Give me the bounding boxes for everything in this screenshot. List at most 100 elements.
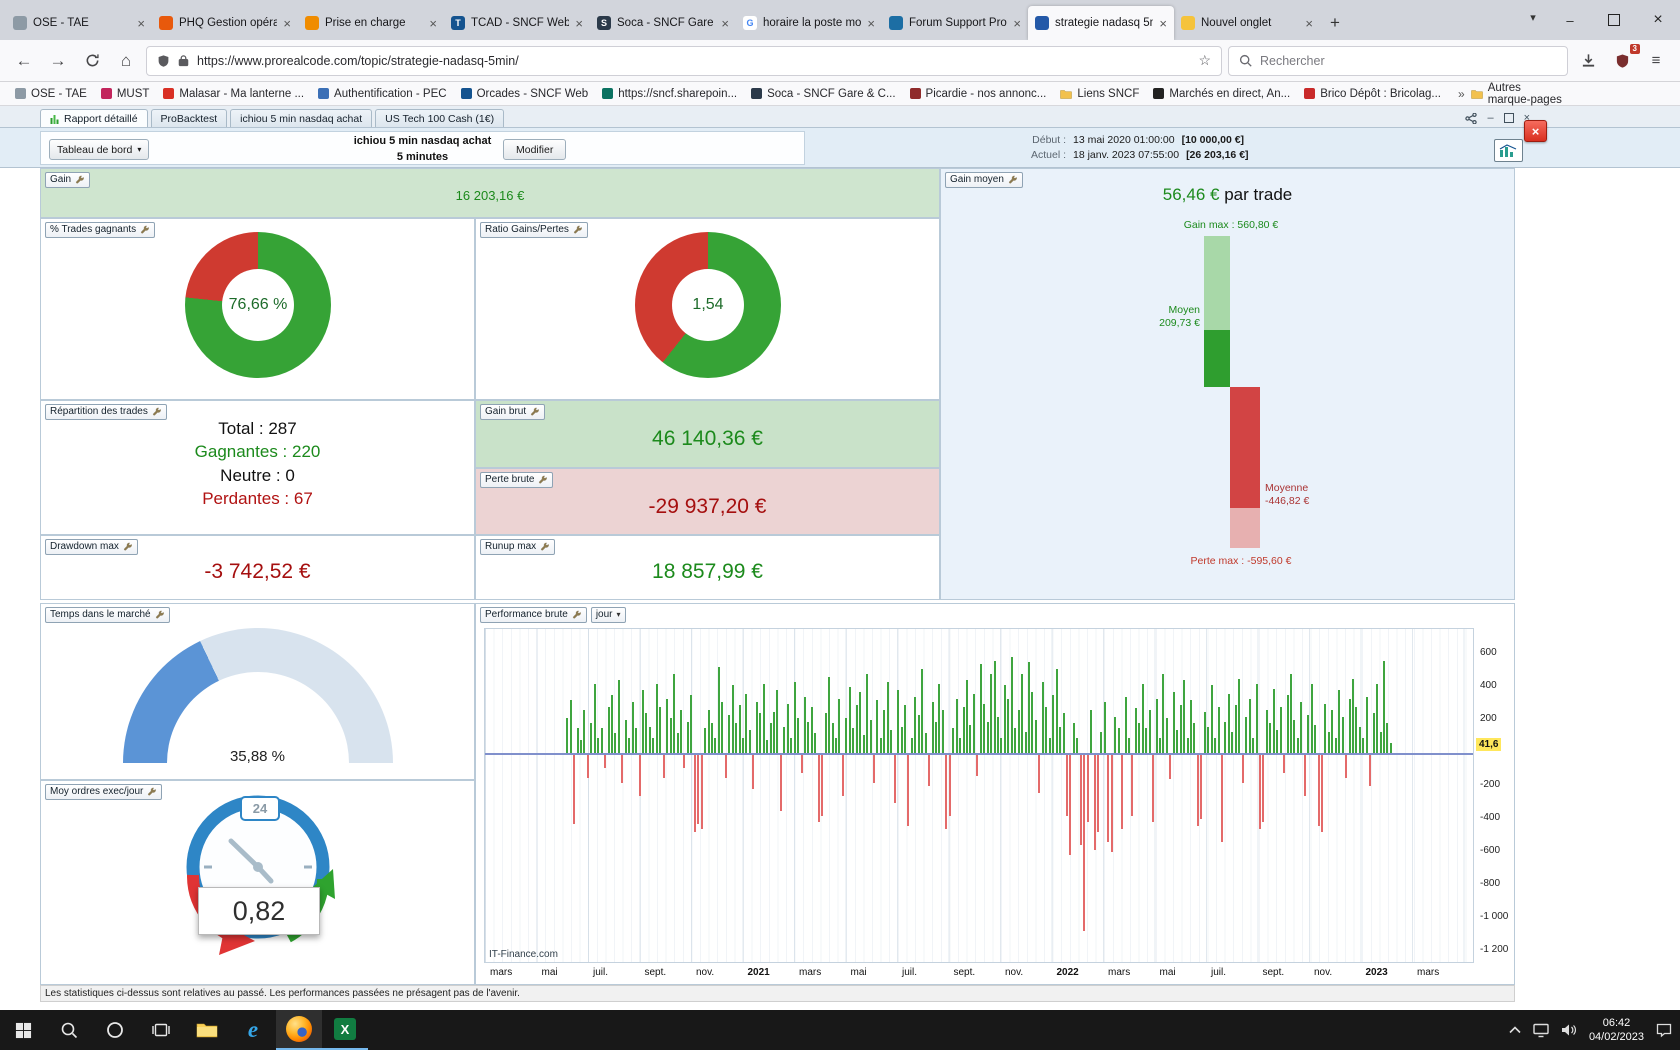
x-axis-label: sept. — [644, 967, 667, 978]
gain-brut-chip[interactable]: Gain brut — [480, 404, 546, 420]
adblock-shield-icon[interactable]: 3 — [1608, 43, 1640, 75]
taskbar-search-icon[interactable] — [46, 1010, 92, 1050]
dash-tab-instrument[interactable]: US Tech 100 Cash (1€) — [375, 109, 505, 127]
browser-tab[interactable]: Nouvel onglet × — [1174, 6, 1320, 40]
downloads-icon[interactable] — [1574, 47, 1602, 75]
bookmark-star-icon[interactable]: ☆ — [1198, 52, 1211, 69]
list-all-tabs-icon[interactable]: ▾ — [1518, 0, 1548, 34]
browser-tab[interactable]: Ghoraire la poste mo × — [736, 6, 882, 40]
ratio-chip[interactable]: Ratio Gains/Pertes — [480, 222, 588, 238]
url-text[interactable]: https://www.prorealcode.com/topic/strate… — [197, 54, 1190, 68]
minimize-button[interactable]: – — [1548, 0, 1592, 40]
tab-close-icon[interactable]: × — [1159, 16, 1167, 31]
modify-button[interactable]: Modifier — [503, 139, 567, 160]
folder-icon — [1060, 89, 1073, 99]
reload-icon[interactable] — [78, 47, 106, 75]
display-icon[interactable] — [1533, 1023, 1549, 1038]
browser-tab[interactable]: Forum Support Pro × — [882, 6, 1028, 40]
x-axis-label: mai — [850, 967, 867, 978]
browser-tab[interactable]: strategie nadasq 5m × — [1028, 6, 1174, 40]
browser-tab[interactable]: OSE - TAE × — [6, 6, 152, 40]
perf-period-select[interactable]: jour ▾ — [590, 607, 626, 623]
home-icon[interactable]: ⌂ — [112, 47, 140, 75]
bookmark-item[interactable]: Orcades - SNCF Web — [454, 86, 596, 102]
bookmark-item[interactable]: Liens SNCF — [1053, 86, 1146, 102]
action-center-icon[interactable] — [1656, 1023, 1672, 1038]
tab-close-icon[interactable]: × — [429, 16, 437, 31]
tab-close-icon[interactable]: × — [867, 16, 875, 31]
back-icon[interactable]: ← — [10, 47, 38, 75]
taskbar-clock[interactable]: 06:42 04/02/2023 — [1589, 1016, 1644, 1045]
search-bar[interactable]: Rechercher — [1228, 45, 1568, 76]
bookmarks-overflow-icon[interactable]: » — [1452, 87, 1471, 101]
wrench-icon — [76, 175, 84, 184]
watermark: IT-Finance.com — [489, 949, 558, 960]
perf-bar-up — [624, 720, 627, 753]
cortana-icon[interactable] — [92, 1010, 138, 1050]
task-view-icon[interactable] — [138, 1010, 184, 1050]
trades-chip[interactable]: % Trades gagnants — [45, 222, 156, 238]
maximize-button[interactable] — [1592, 0, 1636, 40]
performance-chip[interactable]: Performance brute — [480, 607, 587, 623]
forward-icon[interactable]: → — [44, 47, 72, 75]
url-bar[interactable]: https://www.prorealcode.com/topic/strate… — [146, 45, 1222, 76]
dash-tab-strategy[interactable]: ichiou 5 min nasdaq achat — [230, 109, 373, 127]
browser-tab[interactable]: T TCAD - SNCF Web × — [444, 6, 590, 40]
perf-bar-down — [1065, 753, 1068, 816]
dash-tab-rapport[interactable]: Rapport détaillé — [40, 109, 148, 127]
share-icon[interactable] — [1465, 112, 1478, 124]
temps-chip[interactable]: Temps dans le marché — [45, 607, 170, 623]
tab-close-icon[interactable]: × — [1305, 16, 1313, 31]
tab-close-icon[interactable]: × — [137, 16, 145, 31]
bookmark-item[interactable]: Marchés en direct, An... — [1146, 86, 1297, 102]
menu-icon[interactable]: ≡ — [1642, 47, 1670, 75]
perf-bar-up — [1179, 705, 1182, 754]
search-placeholder[interactable]: Rechercher — [1260, 54, 1325, 68]
bookmark-item[interactable]: Malasar - Ma lanterne ... — [156, 86, 311, 102]
tab-close-icon[interactable]: × — [721, 16, 729, 31]
equity-chart-button[interactable] — [1494, 139, 1523, 162]
volume-icon[interactable] — [1561, 1023, 1577, 1037]
tab-close-icon[interactable]: × — [1013, 16, 1021, 31]
internet-explorer-icon[interactable]: e — [230, 1010, 276, 1050]
perf-bar-up — [1214, 738, 1217, 754]
x-axis-label: sept. — [1262, 967, 1285, 978]
bookmark-item[interactable]: OSE - TAE — [8, 86, 94, 102]
repartition-chip[interactable]: Répartition des trades — [45, 404, 167, 420]
tab-close-icon[interactable]: × — [283, 16, 291, 31]
start-button[interactable] — [0, 1010, 46, 1050]
excel-icon[interactable]: X — [322, 1010, 368, 1050]
close-button[interactable]: × — [1636, 0, 1680, 40]
perte-brute-chip[interactable]: Perte brute — [480, 472, 554, 488]
other-bookmarks[interactable]: Autres marque-pages — [1470, 82, 1672, 106]
report-close-button[interactable]: × — [1524, 120, 1547, 142]
panel-ratio: Ratio Gains/Pertes 1,54 — [475, 218, 940, 400]
tray-expand-icon[interactable] — [1509, 1026, 1521, 1034]
gain-chip[interactable]: Gain — [45, 172, 91, 188]
bookmark-item[interactable]: MUST — [94, 86, 157, 102]
browser-tab[interactable]: S Soca - SNCF Gare & × — [590, 6, 736, 40]
perf-bar-up — [741, 738, 744, 754]
moy-ordres-chip[interactable]: Moy ordres exec/jour — [45, 784, 163, 800]
runup-chip[interactable]: Runup max — [480, 539, 556, 555]
dash-restore-icon[interactable] — [1503, 113, 1514, 123]
moy-ordres-value: 0,82 — [198, 887, 320, 935]
bookmark-item[interactable]: Picardie - nos annonc... — [903, 86, 1054, 102]
bookmark-item[interactable]: Brico Dépôt : Bricolag... — [1297, 86, 1448, 102]
browser-tab[interactable]: PHQ Gestion opérat... × — [152, 6, 298, 40]
gain-moyen-chip[interactable]: Gain moyen — [945, 172, 1023, 188]
firefox-icon[interactable] — [276, 1010, 322, 1050]
tracking-shield-icon[interactable] — [157, 54, 170, 68]
bookmark-item[interactable]: Authentification - PEC — [311, 86, 454, 102]
bookmark-item[interactable]: Soca - SNCF Gare & C... — [744, 86, 902, 102]
perf-plot[interactable]: IT-Finance.com — [484, 628, 1474, 963]
perf-bar-up — [1138, 723, 1141, 753]
dash-minimize-icon[interactable]: – — [1487, 112, 1493, 124]
file-explorer-icon[interactable] — [184, 1010, 230, 1050]
dash-tab-probacktest[interactable]: ProBacktest — [150, 109, 228, 127]
browser-tab[interactable]: Prise en charge × — [298, 6, 444, 40]
new-tab-button[interactable]: + — [1320, 6, 1350, 40]
drawdown-chip[interactable]: Drawdown max — [45, 539, 138, 555]
tab-close-icon[interactable]: × — [575, 16, 583, 31]
bookmark-item[interactable]: https://sncf.sharepoin... — [595, 86, 744, 102]
